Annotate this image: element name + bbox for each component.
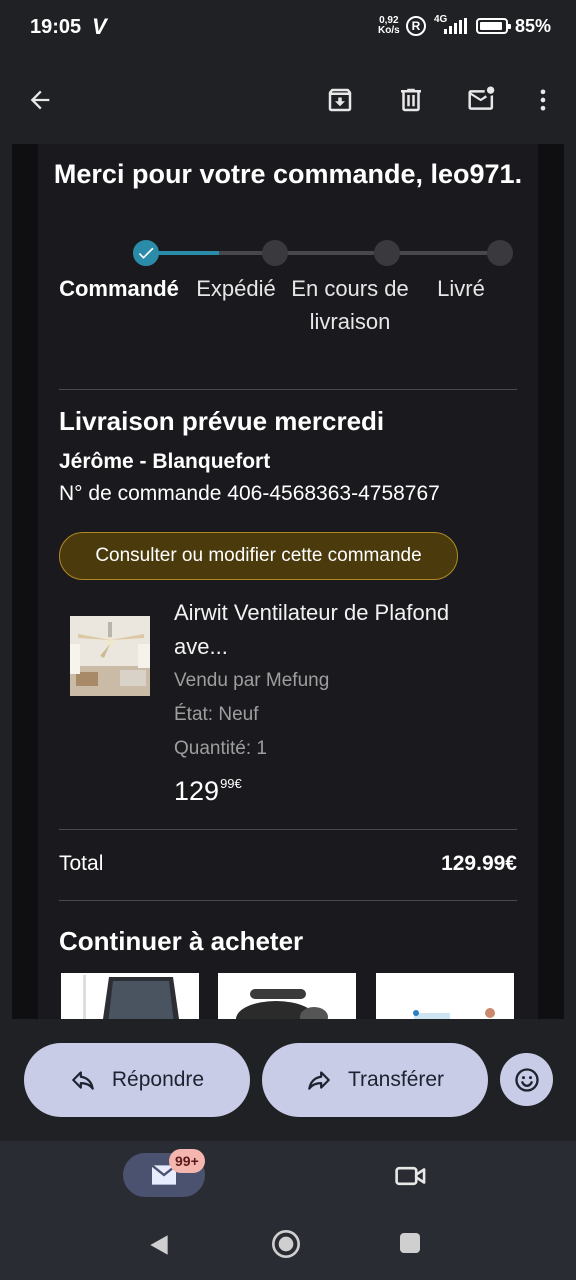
consult-order-button[interactable]: Consulter ou modifier cette commande [59, 532, 458, 580]
forward-button[interactable]: Transférer [262, 1043, 488, 1117]
forward-icon [308, 1071, 330, 1090]
step-label-shipped: Expédié [196, 276, 276, 301]
mark-unread-button[interactable] [458, 76, 506, 124]
status-bar: 19:05 V 0,92 Ko/s R 4G 85% [0, 0, 576, 56]
app-notification-icon: V [92, 14, 107, 39]
recipient: Jérôme - Blanquefort [59, 450, 271, 473]
product-image[interactable] [70, 616, 150, 696]
divider [59, 829, 517, 830]
signal-icon [444, 18, 467, 34]
battery-percent: 85% [515, 16, 552, 36]
back-button[interactable] [16, 76, 64, 124]
total-label: Total [59, 852, 104, 875]
meet-tab[interactable] [394, 1161, 428, 1196]
delivery-title: Livraison prévue mercredi [59, 406, 385, 436]
product-price: 12999€ [174, 776, 242, 806]
recommended-item[interactable] [376, 973, 514, 1019]
product-seller: Vendu par Mefung [174, 670, 330, 691]
divider [59, 389, 517, 390]
archive-icon [328, 88, 352, 112]
progress-segment [287, 251, 374, 255]
reply-icon [72, 1071, 94, 1090]
system-navigation [0, 1211, 576, 1280]
delete-icon [401, 88, 421, 112]
video-camera-icon [395, 1166, 426, 1186]
order-card: Merci pour votre commande, leo971. Comma… [38, 144, 538, 1019]
reply-bar: Répondre Transférer [0, 1019, 576, 1141]
back-triangle-icon[interactable] [146, 1231, 172, 1259]
thank-you-heading: Merci pour votre commande, leo971. [53, 159, 523, 189]
gadget-image [218, 973, 356, 1019]
back-arrow-icon [30, 90, 50, 110]
order-progress [133, 240, 513, 266]
status-time: 19:05 [30, 16, 82, 38]
home-circle-icon[interactable] [270, 1228, 302, 1260]
battery-icon [476, 18, 511, 34]
step-label-delivered: Livré [437, 276, 485, 301]
ceiling-fan-image [70, 616, 150, 696]
recommended-item[interactable] [218, 973, 356, 1019]
laptop-image [61, 973, 199, 1019]
network-speed: 0,92 Ko/s [378, 15, 400, 36]
product-quantity: Quantité: 1 [174, 738, 267, 759]
product-condition: État: Neuf [174, 704, 259, 725]
recommended-item[interactable] [61, 973, 199, 1019]
continue-shopping-title: Continuer à acheter [59, 926, 304, 956]
progress-segment [399, 251, 487, 255]
registered-icon: R [406, 16, 426, 36]
email-body[interactable]: Merci pour votre commande, leo971. Comma… [12, 144, 564, 1019]
reply-button[interactable]: Répondre [24, 1043, 250, 1117]
step-dot-ordered [133, 240, 159, 266]
more-options-button[interactable] [519, 76, 567, 124]
email-toolbar [0, 56, 576, 144]
forward-label: Transférer [347, 1068, 445, 1091]
emoji-reaction-button[interactable] [500, 1053, 553, 1106]
archive-button[interactable] [316, 76, 364, 124]
step-dot-delivered [487, 240, 513, 266]
bottom-navigation: 99+ [0, 1141, 576, 1211]
smiley-icon [514, 1067, 539, 1092]
divider [59, 900, 517, 901]
reply-label: Répondre [111, 1068, 205, 1091]
product-title[interactable]: Airwit Ventilateur de Plafond ave... [174, 596, 504, 664]
step-dot-out-for-delivery [374, 240, 400, 266]
more-vert-icon [540, 89, 546, 111]
recents-square-icon[interactable] [398, 1231, 422, 1255]
delete-button[interactable] [387, 76, 435, 124]
total-value: 129.99€ [441, 852, 517, 875]
unread-badge: 99+ [169, 1149, 205, 1173]
check-icon [138, 247, 154, 259]
mark-unread-icon [468, 86, 495, 110]
order-number: N° de commande 406-4568363-4758767 [59, 482, 440, 505]
step-dot-shipped [262, 240, 288, 266]
progress-segment-done [157, 251, 219, 255]
product-image-3 [376, 973, 514, 1019]
